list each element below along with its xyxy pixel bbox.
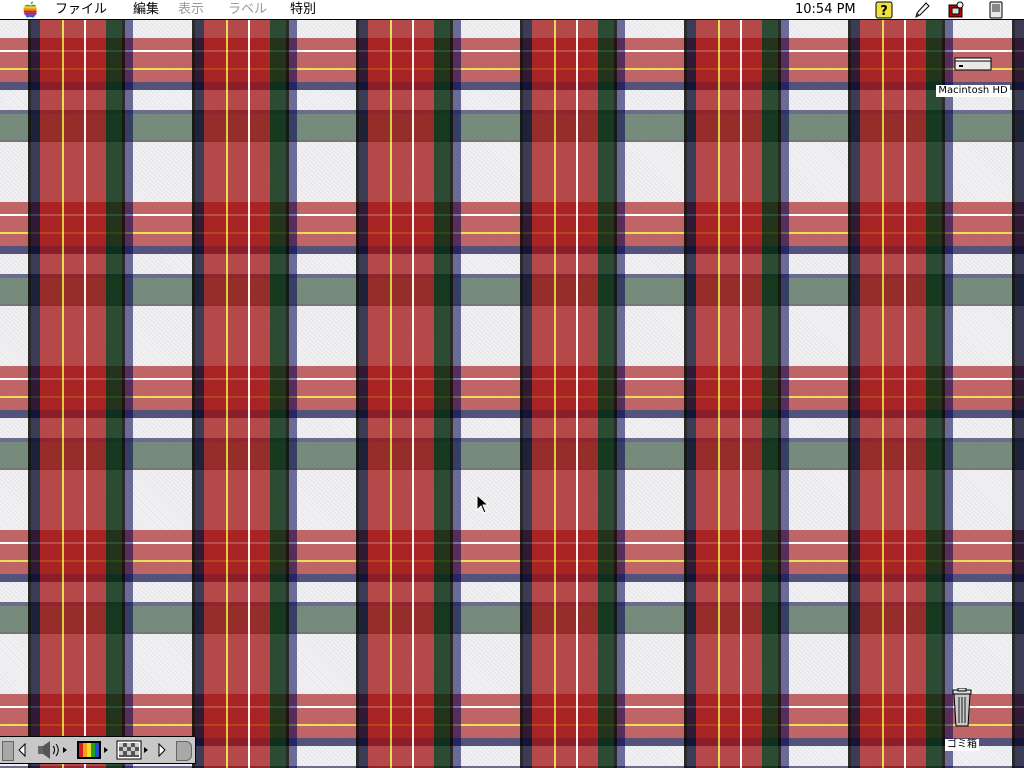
hd-icon-label: Macintosh HD <box>936 85 1010 97</box>
menu-label[interactable]: ラベル <box>228 2 267 18</box>
svg-text:?: ? <box>880 4 888 19</box>
trash-can-icon <box>952 687 972 727</box>
help-icon[interactable]: ? <box>874 1 894 19</box>
scroll-right-icon[interactable] <box>156 740 168 760</box>
macintosh-hd-desktop-icon[interactable]: Macintosh HD <box>930 52 1016 97</box>
menu-special[interactable]: 特別 <box>290 2 316 18</box>
desktop-pattern-icon[interactable] <box>116 740 150 760</box>
monitor-color-icon[interactable] <box>76 740 110 760</box>
trash-icon-label: ゴミ箱 <box>945 739 979 751</box>
device-icon[interactable] <box>986 1 1006 19</box>
menu-clock[interactable]: 10:54 PM <box>795 2 856 18</box>
menu-file[interactable]: ファイル <box>55 2 107 18</box>
mouse-pointer-icon <box>476 494 490 514</box>
app-switcher-icon[interactable] <box>946 1 966 19</box>
pencil-icon[interactable] <box>912 1 932 19</box>
menu-bar: ファイル 編集 表示 ラベル 特別 10:54 PM ? <box>0 0 1024 20</box>
control-strip-collapse-tab[interactable] <box>2 741 14 761</box>
control-strip-resize-tab[interactable] <box>176 741 192 761</box>
scroll-left-icon[interactable] <box>16 740 28 760</box>
trash-desktop-icon[interactable]: ゴミ箱 <box>940 687 984 751</box>
control-strip <box>0 736 196 764</box>
apple-logo-icon[interactable] <box>22 1 38 18</box>
desktop-background <box>0 20 1024 768</box>
menu-edit[interactable]: 編集 <box>133 2 159 18</box>
sound-volume-icon[interactable] <box>36 740 70 760</box>
menu-view[interactable]: 表示 <box>178 2 204 18</box>
hard-disk-icon <box>954 57 992 71</box>
